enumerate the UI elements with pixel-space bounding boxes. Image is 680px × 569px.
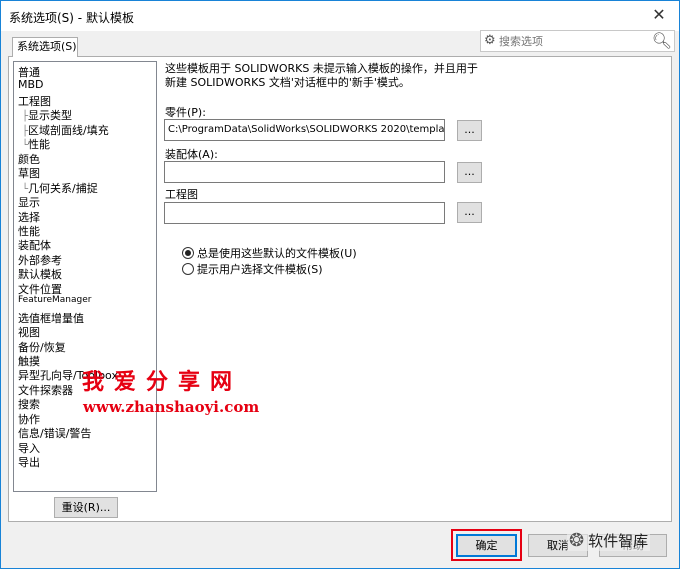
gear-icon: ⚙ xyxy=(484,33,496,48)
wechat-watermark-text: 软件智库 xyxy=(588,532,649,550)
ok-button[interactable]: 确定 xyxy=(456,534,517,557)
tree-item[interactable]: MBD xyxy=(18,78,44,91)
tree-item-label: 颜色 xyxy=(18,152,40,166)
radio-always-label: 总是使用这些默认的文件模板(U) xyxy=(197,247,357,260)
tree-item-label: 普通 xyxy=(18,66,40,79)
tree-item-label: MBD xyxy=(18,78,44,92)
wechat-watermark: ❂ 软件智库 xyxy=(567,530,651,551)
tree-item-label: 视图 xyxy=(18,326,40,340)
radio-prompt-user[interactable]: 提示用户选择文件模板(S) xyxy=(182,261,323,277)
tree-item-label: 搜索 xyxy=(18,398,40,412)
watermark-text: 我爱分享网 xyxy=(82,369,243,395)
search-input[interactable] xyxy=(499,33,649,49)
radio-always-use-default[interactable]: 总是使用这些默认的文件模板(U) xyxy=(182,245,357,261)
description-text: 这些模板用于 SOLIDWORKS 未提示输入模板的操作，并且用于 新建 SOL… xyxy=(165,62,485,90)
tree-item-label: 文件探索器 xyxy=(18,383,73,397)
tree-item-label: 性能 xyxy=(18,224,40,238)
part-browse-button[interactable]: ... xyxy=(457,120,482,141)
part-label: 零件(P): xyxy=(165,106,206,119)
tree-item-label: 区域剖面线/填充 xyxy=(28,123,109,137)
magnifier-icon[interactable]: 🔍︎ xyxy=(652,31,672,50)
tree-item-label: 默认模板 xyxy=(18,268,62,282)
window-title: 系统选项(S) - 默认模板 xyxy=(9,11,134,25)
radio-prompt-label: 提示用户选择文件模板(S) xyxy=(197,263,323,276)
drawing-label: 工程图 xyxy=(165,188,198,201)
tree-item-label: 性能 xyxy=(28,138,51,152)
tree-item-label: 选择 xyxy=(18,210,40,224)
tree-item-label: 触摸 xyxy=(18,355,40,368)
drawing-template-field[interactable] xyxy=(164,202,445,224)
tree-item[interactable]: FeatureManager xyxy=(18,295,91,305)
title-bar: 系统选项(S) - 默认模板 ✕ xyxy=(1,1,679,31)
radio-button-unchecked[interactable] xyxy=(182,263,194,275)
tree-item-label: 草图 xyxy=(18,167,40,181)
search-options-box[interactable]: ⚙ 🔍︎ xyxy=(480,30,675,52)
tree-item[interactable]: 导出 xyxy=(18,454,40,470)
tree-item-label: 显示类型 xyxy=(28,109,73,123)
reset-button[interactable]: 重设(R)... xyxy=(54,497,118,518)
tree-item-label: 备份/恢复 xyxy=(18,340,66,354)
tree-item-label: 导入 xyxy=(18,441,40,455)
tree-item-label: 工程图 xyxy=(18,94,51,108)
part-template-field[interactable]: C:\ProgramData\SolidWorks\SOLIDWORKS 202… xyxy=(164,119,445,141)
description-line-2: 新建 SOLIDWORKS 文档'对话框中的'新手'模式。 xyxy=(165,76,410,89)
tree-item-label: 几何关系/捕捉 xyxy=(28,181,98,195)
tree-item-label: 导出 xyxy=(18,456,40,470)
drawing-browse-button[interactable]: ... xyxy=(457,202,482,223)
wechat-icon: ❂ xyxy=(569,530,585,551)
tree-item-label: 显示 xyxy=(18,196,40,210)
radio-button-checked[interactable] xyxy=(182,247,194,259)
watermark-url: www.zhanshaoyi.com xyxy=(83,398,260,416)
tree-item-label: 文件位置 xyxy=(18,282,62,296)
tab-system-options[interactable]: 系统选项(S) xyxy=(12,37,78,57)
close-icon[interactable]: ✕ xyxy=(639,1,679,31)
tree-item-label: FeatureManager xyxy=(18,295,92,306)
tree-item-label: 信息/错误/警告 xyxy=(18,427,92,441)
assembly-template-field[interactable] xyxy=(164,161,445,183)
tree-item-label: 装配体 xyxy=(18,239,51,253)
tree-item-label: 外部参考 xyxy=(18,253,62,267)
assembly-browse-button[interactable]: ... xyxy=(457,162,482,183)
description-line-1: 这些模板用于 SOLIDWORKS 未提示输入模板的操作，并且用于 xyxy=(165,62,478,75)
options-tree[interactable]: 普通 MBD 工程图 ├显示类型 ├区域剖面线/填充 └性能 颜色 草图 └几何关系/捕捉 显示选… xyxy=(13,61,157,492)
tree-item-label: 选值框增量值 xyxy=(18,311,84,325)
assembly-label: 装配体(A): xyxy=(165,148,218,161)
tree-item-label: 协作 xyxy=(18,412,40,426)
